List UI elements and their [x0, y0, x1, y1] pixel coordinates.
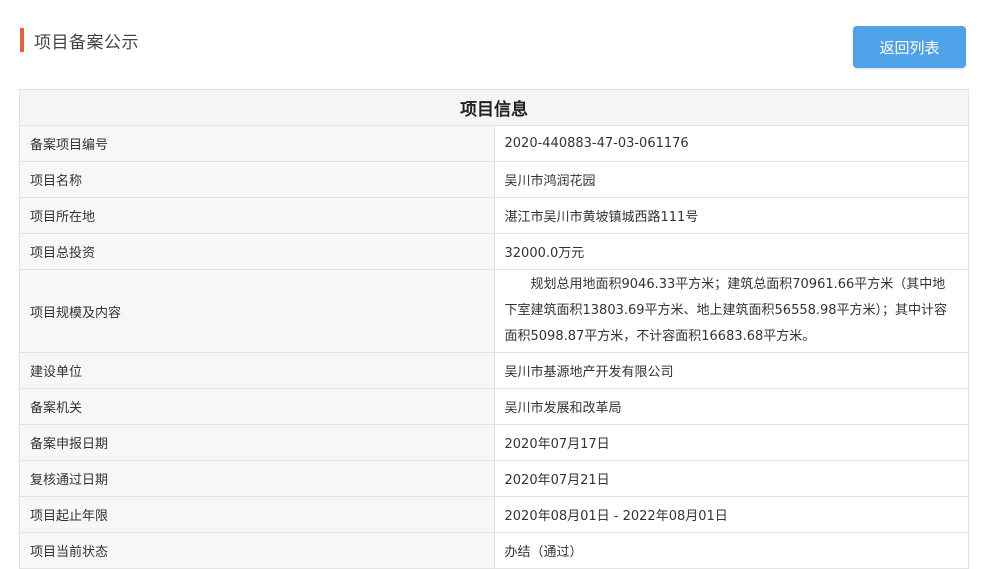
scale-content-text: 规划总用地面积9046.33平方米；建筑总面积70961.66平方米（其中地下室…	[504, 277, 948, 344]
row-label-record-authority: 备案机关	[19, 388, 495, 425]
table-row: 项目所在地 湛江市吴川市黄坡镇城西路111号	[19, 197, 969, 234]
table-row: 项目名称 吴川市鸿润花园	[19, 161, 969, 198]
row-label-record-number: 备案项目编号	[19, 125, 495, 162]
row-label-total-investment: 项目总投资	[19, 233, 495, 270]
row-label-location: 项目所在地	[19, 197, 495, 234]
back-to-list-button[interactable]: 返回列表	[853, 26, 966, 68]
row-value-record-authority: 吴川市发展和改革局	[493, 388, 969, 425]
table-row: 复核通过日期 2020年07月21日	[19, 460, 969, 497]
row-value-project-name: 吴川市鸿润花园	[493, 161, 969, 198]
row-value-filing-date: 2020年07月17日	[493, 424, 969, 461]
table-row: 项目当前状态 办结（通过）	[19, 532, 969, 569]
row-label-developer: 建设单位	[19, 352, 495, 389]
table-row: 项目总投资 32000.0万元	[19, 233, 969, 270]
table-title-row: 项目信息	[19, 89, 969, 126]
table-row: 备案项目编号 2020-440883-47-03-061176	[19, 125, 969, 162]
row-value-scale-content: 规划总用地面积9046.33平方米；建筑总面积70961.66平方米（其中地下室…	[493, 269, 969, 353]
table-row: 项目起止年限 2020年08月01日 - 2022年08月01日	[19, 496, 969, 533]
row-label-project-name: 项目名称	[19, 161, 495, 198]
row-label-review-date: 复核通过日期	[19, 460, 495, 497]
table-row: 项目规模及内容 规划总用地面积9046.33平方米；建筑总面积70961.66平…	[19, 269, 969, 353]
row-value-developer: 吴川市基源地产开发有限公司	[493, 352, 969, 389]
table-row: 建设单位 吴川市基源地产开发有限公司	[19, 352, 969, 389]
page-title: 项目备案公示	[34, 32, 139, 53]
row-value-record-number: 2020-440883-47-03-061176	[493, 125, 969, 162]
project-info-table: 项目信息 备案项目编号 2020-440883-47-03-061176 项目名…	[19, 89, 969, 569]
row-label-project-period: 项目起止年限	[19, 496, 495, 533]
row-value-project-period: 2020年08月01日 - 2022年08月01日	[493, 496, 969, 533]
table-row: 备案机关 吴川市发展和改革局	[19, 388, 969, 425]
row-label-filing-date: 备案申报日期	[19, 424, 495, 461]
page-header: 项目备案公示	[20, 28, 139, 53]
row-value-review-date: 2020年07月21日	[493, 460, 969, 497]
table-title: 项目信息	[19, 89, 969, 126]
row-label-scale-content: 项目规模及内容	[19, 269, 495, 353]
row-value-current-status: 办结（通过）	[493, 532, 969, 569]
row-label-current-status: 项目当前状态	[19, 532, 495, 569]
row-value-total-investment: 32000.0万元	[493, 233, 969, 270]
title-accent-bar	[20, 28, 24, 52]
table-row: 备案申报日期 2020年07月17日	[19, 424, 969, 461]
row-value-location: 湛江市吴川市黄坡镇城西路111号	[493, 197, 969, 234]
